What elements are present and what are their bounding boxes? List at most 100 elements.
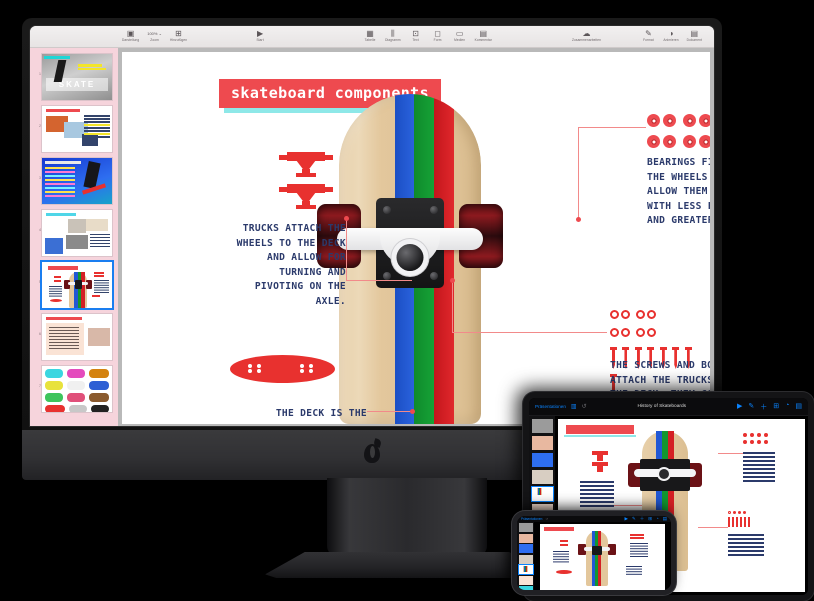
sidebar-thumb-7[interactable]: [41, 365, 113, 413]
leader-line-screws: [452, 332, 607, 333]
sidebar-thumb-3[interactable]: [41, 157, 113, 205]
chart-icon: ⫼: [390, 29, 395, 38]
trucks-icon: [279, 152, 333, 216]
add-slide-icon: ⊞: [175, 29, 182, 38]
leader-line-trucks: [346, 280, 412, 281]
list-item[interactable]: 2: [30, 105, 118, 157]
iphone-device: Präsentationen ↺ ▶ ✎ ＋ ⊞ ◔ ▤: [512, 511, 676, 595]
undo-icon[interactable]: ↺: [582, 403, 587, 410]
nut-icon: [636, 310, 646, 319]
screenshot-stage: ▣ Darstellung 100% ⌄ Zoom ⊞ Hinzufügen ▶…: [0, 0, 814, 601]
toolbar-media-button[interactable]: ▭ Medien: [449, 30, 471, 43]
insert-icon[interactable]: ＋: [760, 402, 767, 412]
toolbar-insert-group: ▦ Tabelle ⫼ Diagramm ⊡ Text ◻ Form ▭ Med…: [359, 30, 496, 43]
list-item[interactable]: 6: [30, 313, 118, 365]
iphone-thumb-5-selected[interactable]: [517, 564, 534, 575]
iphone-thumb-7[interactable]: [518, 586, 533, 590]
imac-stand-neck: [327, 478, 487, 556]
toolbar-table-button[interactable]: ▦ Tabelle: [359, 30, 381, 43]
apple-logo-icon: [361, 442, 383, 468]
sidebar-thumb-2[interactable]: [41, 105, 113, 153]
iphone-thumb-2[interactable]: [518, 533, 533, 543]
iphone-thumb-1[interactable]: [518, 523, 533, 532]
ipad-thumb-3[interactable]: [531, 453, 553, 467]
list-item[interactable]: 3: [30, 157, 118, 209]
slide-navigator[interactable]: 1 SKATE PARKS 2: [30, 48, 118, 426]
leader-dot-bearings: [576, 217, 581, 222]
nut-icon: [647, 328, 657, 337]
nut-icon: [610, 310, 619, 319]
document-icon: ▤: [690, 29, 699, 38]
toolbar-document-button[interactable]: ▤ Dokument: [683, 30, 706, 43]
bearing-icon: [663, 114, 676, 127]
ipad-thumb-1[interactable]: [531, 419, 553, 433]
nut-icon: [610, 328, 619, 337]
list-item[interactable]: 5: [30, 260, 118, 313]
media-icon[interactable]: ⊞: [773, 402, 779, 412]
sidebar-thumb-6[interactable]: [41, 313, 113, 361]
list-item[interactable]: 7: [30, 365, 118, 417]
sidebar-toggle-icon[interactable]: ▥: [571, 403, 577, 410]
collaborate-icon[interactable]: ◔: [785, 402, 789, 412]
toolbar-right-group: ✎ Format ◑ Animieren ▤ Dokument: [637, 30, 706, 43]
leader-line-screws-v: [452, 280, 453, 333]
toolbar-chart-button[interactable]: ⫼ Diagramm: [381, 30, 405, 43]
toolbar-comment-button[interactable]: ▤ Kommentar: [471, 30, 496, 43]
nut-icon: [636, 328, 646, 337]
list-item[interactable]: 4: [30, 209, 118, 261]
deck-icon: [230, 355, 335, 383]
caption-bearings[interactable]: BEARINGS FIT INSIDE THE WHEELS AND ALLOW…: [647, 156, 710, 229]
sidebar-thumb-4[interactable]: [41, 209, 113, 257]
mounting-bolt: [430, 272, 438, 280]
imac-screen: ▣ Darstellung 100% ⌄ Zoom ⊞ Hinzufügen ▶…: [30, 26, 714, 426]
play-icon: ▶: [257, 29, 264, 38]
ipad-thumb-5-selected[interactable]: [530, 486, 554, 502]
leader-line-trucks-v: [346, 218, 347, 281]
toolbar-animate-button[interactable]: ◑ Animieren: [659, 30, 682, 43]
bearing-icon: [683, 135, 697, 148]
sidebar-thumb-1[interactable]: SKATE PARKS: [41, 53, 113, 101]
nuts-row: [610, 308, 700, 326]
bearing-icon: [699, 114, 710, 127]
iphone-thumb-6[interactable]: [518, 575, 533, 585]
bearings-icon-group: [647, 114, 710, 156]
imac-stand-foot: [265, 552, 549, 578]
iphone-thumb-3[interactable]: [518, 544, 533, 553]
caption-deck[interactable]: THE DECK IS THE PLATFORM: [222, 407, 367, 424]
slide-canvas[interactable]: skateboard components TRUCKS ATTACH THE …: [118, 48, 714, 426]
table-icon: ▦: [366, 29, 374, 38]
toolbar-zoom-button[interactable]: 100% ⌄ Zoom: [143, 30, 166, 43]
toolbar-left-group: ▣ Darstellung 100% ⌄ Zoom ⊞ Hinzufügen: [118, 30, 191, 43]
toolbar-play-button[interactable]: ▶ Start: [249, 30, 271, 43]
nuts-row: [610, 326, 700, 344]
ipad-back-button[interactable]: Präsentationen: [535, 404, 566, 409]
toolbar-shape-button[interactable]: ◻ Form: [427, 30, 449, 43]
ipad-thumb-2[interactable]: [531, 436, 553, 450]
list-item[interactable]: 1 SKATE PARKS: [30, 53, 118, 105]
format-brush-icon[interactable]: ✎: [748, 402, 754, 412]
leader-dot-trucks: [344, 216, 349, 221]
toolbar-format-button[interactable]: ✎ Format: [637, 30, 659, 43]
media-icon: ▭: [455, 29, 464, 38]
collaborate-icon: ☁: [582, 29, 591, 38]
comment-icon: ▤: [479, 29, 488, 38]
iphone-slide-navigator[interactable]: [517, 522, 534, 590]
more-icon[interactable]: ▤: [795, 402, 802, 412]
toolbar-text-button[interactable]: ⊡ Text: [405, 30, 427, 43]
iphone-thumb-4[interactable]: [518, 554, 533, 564]
toolbar-add-slide-button[interactable]: ⊞ Hinzufügen: [166, 30, 191, 43]
zoom-percent-icon: 100% ⌄: [147, 31, 162, 36]
toolbar-collaborate-button[interactable]: ☁ Zusammenarbeiten: [568, 30, 605, 43]
iphone-current-slide[interactable]: [540, 524, 665, 590]
sidebar-thumb-5-selected[interactable]: [40, 260, 114, 310]
caption-trucks[interactable]: TRUCKS ATTACH THE WHEELS TO THE DECK AND…: [230, 222, 346, 309]
ipad-thumb-4[interactable]: [531, 470, 553, 484]
leader-line-deck: [367, 411, 412, 412]
leader-line-bearings-v: [578, 127, 579, 219]
iphone-back-button[interactable]: Präsentationen: [521, 517, 542, 521]
undo-icon[interactable]: ↺: [545, 517, 548, 521]
bearing-icon: [699, 135, 710, 148]
toolbar-view-button[interactable]: ▣ Darstellung: [118, 30, 143, 43]
play-icon[interactable]: ▶: [737, 402, 742, 412]
current-slide[interactable]: skateboard components TRUCKS ATTACH THE …: [122, 52, 710, 424]
